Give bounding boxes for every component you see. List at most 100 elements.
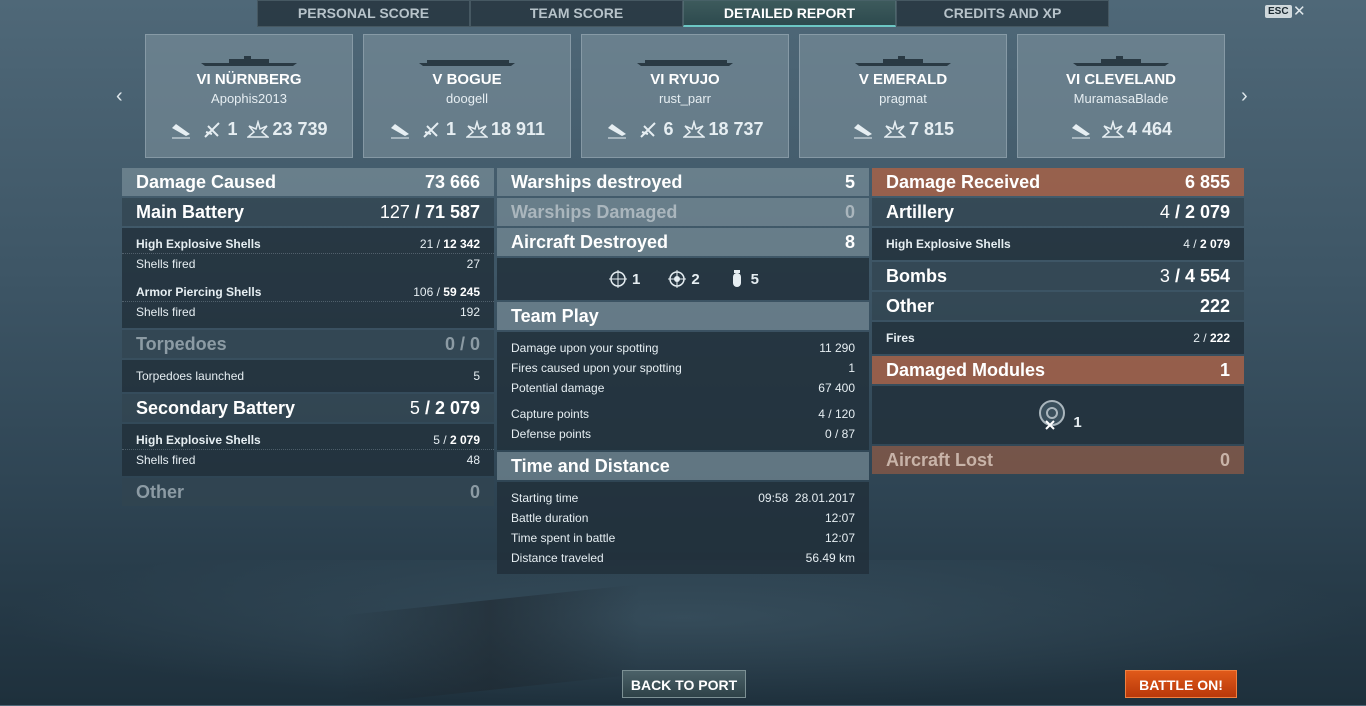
ship-card[interactable]: V BOGUE doogell 1 18 911 — [363, 34, 571, 158]
planes-count: 1 — [227, 119, 238, 139]
time-distance-details: Starting time 09:58 28.01.2017 Battle dur… — [497, 482, 869, 574]
secondary-details: High Explosive Shells 5 / 2 079 Shells fi… — [122, 424, 494, 476]
sunk-ship-icon — [1071, 123, 1090, 138]
damage-caused-header: Damage Caused 73 666 — [122, 168, 494, 196]
planes-count: 1 — [445, 119, 456, 139]
damage-icon — [247, 119, 270, 138]
damage-caused-panel: Damage Caused 73 666 Main Battery 127 / 71… — [122, 168, 494, 508]
bombs-header: Bombs 3 / 4 554 — [872, 262, 1244, 290]
main-battery-header: Main Battery 127 / 71 587 — [122, 198, 494, 226]
team-play-details: Damage upon your spotting 11 290 Fires ca… — [497, 332, 869, 450]
damage-icon — [465, 119, 488, 138]
ship-silhouette-icon — [201, 56, 297, 66]
damage-received-panel: Damage Received 6 855 Artillery 4 / 2 079 … — [872, 168, 1244, 476]
capture-points-row: Capture points 4 / 120 — [511, 407, 855, 421]
sec-fired-row: Shells fired 48 — [136, 453, 480, 467]
damage-received-header: Damage Received 6 855 — [872, 168, 1244, 196]
damage-icon — [1101, 119, 1124, 138]
battle-duration-row: Battle duration 12:07 — [511, 511, 855, 525]
sec-he-row: High Explosive Shells 5 / 2 079 — [122, 430, 494, 450]
damage-value: 7 815 — [908, 119, 955, 139]
fires-row: Fires 2 / 222 — [886, 331, 1230, 345]
distance-row: Distance traveled 56.49 km — [511, 551, 855, 565]
fighter-crosshair-icon — [608, 270, 627, 288]
tab-team-score[interactable]: TEAM SCORE — [470, 0, 683, 27]
carrier-silhouette-icon — [637, 60, 733, 66]
scout-crosshair-icon — [668, 270, 687, 288]
damage-value: 18 737 — [708, 119, 764, 139]
next-arrow-icon[interactable]: › — [1241, 85, 1248, 108]
damaged-modules-header: Damaged Modules 1 — [872, 356, 1244, 384]
artillery-header: Artillery 4 / 2 079 — [872, 198, 1244, 226]
defense-points-row: Defense points 0 / 87 — [511, 427, 855, 441]
potential-damage-row: Potential damage 67 400 — [511, 381, 855, 395]
fires-details: Fires 2 / 222 — [872, 322, 1244, 354]
ship-card[interactable]: VI NÜRNBERG Apophis2013 1 23 739 — [145, 34, 353, 158]
torpedoes-details: Torpedoes launched 5 — [122, 360, 494, 392]
ship-name: VI CLEVELAND — [1065, 71, 1176, 88]
warships-damaged-header: Warships Damaged 0 — [497, 198, 869, 226]
ship-name: V BOGUE — [432, 71, 502, 88]
starting-time-row: Starting time 09:58 28.01.2017 — [511, 491, 855, 505]
artillery-details: High Explosive Shells 4 / 2 079 — [872, 228, 1244, 260]
ship-name: VI RYUJO — [650, 71, 720, 88]
battle-on-button[interactable]: BATTLE ON! — [1125, 670, 1237, 698]
plane-shot-icon — [204, 121, 221, 138]
damaged-module-icon — [1039, 400, 1066, 430]
sunk-ship-icon — [853, 123, 872, 138]
player-name: Apophis2013 — [211, 91, 287, 106]
received-he-row: High Explosive Shells 4 / 2 079 — [886, 237, 1230, 251]
tab-credits-xp[interactable]: CREDITS AND XP — [896, 0, 1109, 27]
warships-panel: Warships destroyed 5 Warships Damaged 0 Ai… — [497, 168, 869, 576]
secondary-battery-header: Secondary Battery 5 / 2 079 — [122, 394, 494, 422]
warships-destroyed-header: Warships destroyed 5 — [497, 168, 869, 196]
esc-key-hint: ESC — [1265, 5, 1292, 18]
damage-value: 4 464 — [1126, 119, 1173, 139]
damage-value: 23 739 — [272, 119, 328, 139]
plane-shot-icon — [640, 121, 657, 138]
carrier-silhouette-icon — [419, 60, 515, 66]
damage-icon — [883, 119, 906, 138]
ap-fired-row: Shells fired 192 — [136, 305, 480, 319]
spotting-damage-row: Damage upon your spotting 11 290 — [511, 341, 855, 355]
back-to-port-button[interactable]: BACK TO PORT — [622, 670, 746, 698]
ship-name: V EMERALD — [858, 71, 948, 88]
player-name: doogell — [446, 91, 488, 106]
plane-shot-icon — [423, 121, 439, 138]
damage-value: 18 911 — [490, 119, 546, 139]
main-battery-details: High Explosive Shells 21 / 12 342 Shells … — [122, 228, 494, 328]
ap-shells-row: Armor Piercing Shells 106 / 59 245 — [122, 282, 494, 302]
module-icons-row: 1 — [872, 386, 1244, 444]
spotting-fires-row: Fires caused upon your spotting 1 — [511, 361, 855, 375]
damage-icon — [683, 119, 706, 138]
time-distance-header: Time and Distance — [497, 452, 869, 480]
he-fired-row: Shells fired 27 — [136, 257, 480, 271]
ship-name: VI NÜRNBERG — [196, 71, 302, 88]
other-damage-header: Other 0 — [122, 478, 494, 506]
player-name: rust_parr — [658, 91, 712, 106]
report-tabs: PERSONAL SCORE TEAM SCORE DETAILED REPOR… — [257, 0, 1109, 27]
ship-card[interactable]: VI RYUJO rust_parr 6 18 737 — [581, 34, 789, 158]
close-icon[interactable]: ✕ — [1293, 2, 1306, 20]
planes-count: 6 — [663, 119, 674, 139]
ship-card[interactable]: V EMERALD pragmat 7 815 — [799, 34, 1007, 158]
prev-arrow-icon[interactable]: ‹ — [116, 85, 123, 108]
torpedoes-launched-row: Torpedoes launched 5 — [136, 369, 480, 383]
other-received-header: Other 222 — [872, 292, 1244, 320]
sunk-ship-icon — [390, 123, 409, 138]
player-name: pragmat — [879, 91, 927, 106]
ship-silhouette-icon — [855, 56, 951, 66]
sunk-ship-icon — [608, 123, 627, 138]
aircraft-lost-header: Aircraft Lost 0 — [872, 446, 1244, 474]
tab-personal-score[interactable]: PERSONAL SCORE — [257, 0, 470, 27]
aircraft-destroyed-header: Aircraft Destroyed 8 — [497, 228, 869, 256]
torpedoes-header: Torpedoes 0 / 0 — [122, 330, 494, 358]
ship-card[interactable]: VI CLEVELAND MuramasaBlade 4 464 — [1017, 34, 1225, 158]
sunk-ship-icon — [172, 123, 191, 138]
team-play-header: Team Play — [497, 302, 869, 330]
tab-detailed-report[interactable]: DETAILED REPORT — [683, 0, 896, 27]
time-spent-row: Time spent in battle 12:07 — [511, 531, 855, 545]
player-name: MuramasaBlade — [1073, 91, 1169, 106]
he-shells-row: High Explosive Shells 21 / 12 342 — [122, 234, 494, 254]
bomb-icon — [732, 270, 741, 287]
